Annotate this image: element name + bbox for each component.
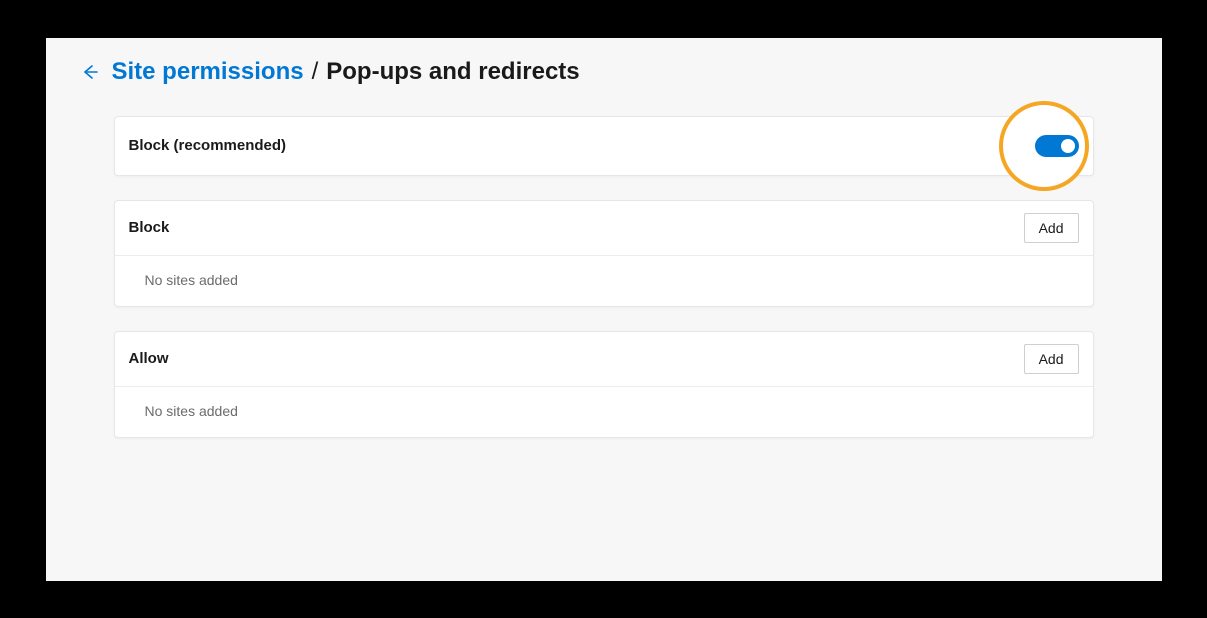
breadcrumb-parent-link[interactable]: Site permissions [112,58,304,86]
toggle-wrap [1035,135,1079,157]
block-recommended-label: Block (recommended) [129,137,287,154]
allow-list-title: Allow [129,350,169,367]
block-recommended-row: Block (recommended) [115,117,1093,175]
breadcrumb-current: Pop-ups and redirects [326,58,579,86]
block-recommended-toggle[interactable] [1035,135,1079,157]
allow-list-card: Allow Add No sites added [114,331,1094,438]
settings-page: Site permissions / Pop-ups and redirects… [46,38,1162,581]
allow-add-button[interactable]: Add [1024,344,1079,374]
allow-list-body: No sites added [115,387,1093,437]
block-list-title: Block [129,219,170,236]
block-list-body: No sites added [115,256,1093,306]
allow-empty-message: No sites added [145,403,238,419]
toggle-knob [1061,139,1075,153]
block-add-button[interactable]: Add [1024,213,1079,243]
breadcrumb-separator: / [312,58,319,86]
back-arrow-icon[interactable] [80,62,100,82]
settings-content: Block (recommended) Block Add No sites a… [46,116,1162,438]
allow-list-header: Allow Add [115,332,1093,387]
block-empty-message: No sites added [145,272,238,288]
block-recommended-card: Block (recommended) [114,116,1094,176]
block-list-card: Block Add No sites added [114,200,1094,307]
block-list-header: Block Add [115,201,1093,256]
breadcrumb: Site permissions / Pop-ups and redirects [46,58,1162,116]
